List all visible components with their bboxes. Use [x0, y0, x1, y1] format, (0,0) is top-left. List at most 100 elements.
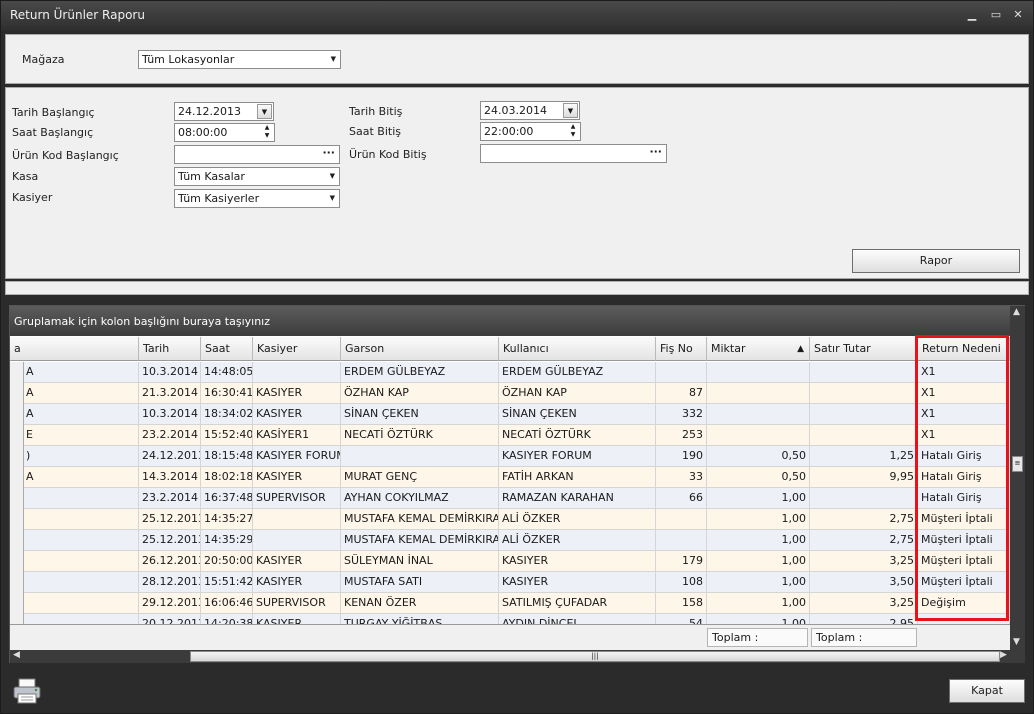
table-row[interactable]: A 14.3.2014 18:02:18 KASIYER MURAT GENÇ FATİH…	[10, 467, 1010, 488]
cell-saat[interactable]: 16:06:46	[201, 593, 253, 614]
cell-fis-no[interactable]: 179	[656, 551, 707, 572]
cell-garson[interactable]: MUSTAFA SATI	[341, 572, 499, 593]
column-header-satir-tutar[interactable]: Satır Tutar	[810, 337, 918, 361]
row-indicator[interactable]	[10, 425, 24, 446]
cell-return-nedeni[interactable]: Müşteri İptali	[918, 509, 1010, 530]
column-header-kasiyer[interactable]: Kasiyer	[253, 337, 341, 361]
row-indicator[interactable]	[10, 383, 24, 404]
cell-saat[interactable]: 15:52:40	[201, 425, 253, 446]
cell-return-nedeni[interactable]: Değişim	[918, 593, 1010, 614]
cell-a[interactable]: A	[10, 404, 139, 425]
cell-kullanici[interactable]: KASIYER FORUM	[499, 446, 656, 467]
cell-kasiyer[interactable]	[253, 509, 341, 530]
table-row[interactable]: E 23.2.2014 15:52:40 KASİYER1 NECATİ ÖZTÜRK N…	[10, 425, 1010, 446]
row-indicator[interactable]	[10, 467, 24, 488]
cell-garson[interactable]: KENAN ÖZER	[341, 593, 499, 614]
cell-a[interactable]	[10, 530, 139, 551]
cell-fis-no[interactable]: 332	[656, 404, 707, 425]
cell-garson[interactable]: SÜLEYMAN İNAL	[341, 551, 499, 572]
table-row[interactable]: 26.12.2013 20:50:00 KASIYER SÜLEYMAN İNAL KA…	[10, 551, 1010, 572]
cell-kullanici[interactable]: SİNAN ÇEKEN	[499, 404, 656, 425]
cell-saat[interactable]: 14:48:05	[201, 362, 253, 383]
scroll-right-icon[interactable]: ▶	[1000, 650, 1007, 660]
cell-fis-no[interactable]: 54	[656, 614, 707, 624]
splitter[interactable]	[5, 281, 1029, 295]
cell-tarih[interactable]: 24.12.2013	[139, 446, 201, 467]
cell-tarih[interactable]: 28.12.2013	[139, 572, 201, 593]
cell-a[interactable]	[10, 488, 139, 509]
cell-satir-tutar[interactable]: 3,50	[810, 572, 918, 593]
cell-saat[interactable]: 14:20:38	[201, 614, 253, 624]
printer-icon[interactable]	[12, 677, 42, 705]
cell-saat[interactable]: 15:51:42	[201, 572, 253, 593]
cell-a[interactable]	[10, 614, 139, 624]
row-indicator[interactable]	[10, 488, 24, 509]
horizontal-scrollbar[interactable]: ◀ ||| ▶	[10, 650, 1025, 663]
cell-miktar[interactable]	[707, 383, 810, 404]
cell-a[interactable]: E	[10, 425, 139, 446]
spin-down-icon[interactable]: ▼	[568, 131, 578, 139]
maximize-icon[interactable]: ▭	[989, 8, 1003, 22]
cell-a[interactable]	[10, 572, 139, 593]
row-indicator[interactable]	[10, 530, 24, 551]
cell-kasiyer[interactable]: KASIYER	[253, 551, 341, 572]
row-indicator[interactable]	[10, 551, 24, 572]
cell-kullanici[interactable]: FATİH ARKAN	[499, 467, 656, 488]
ellipsis-icon[interactable]: ···	[322, 144, 335, 161]
table-row[interactable]: A 10.3.2014 14:48:05 ERDEM GÜLBEYAZ ERDEM GÜ…	[10, 362, 1010, 383]
cell-return-nedeni[interactable]: X1	[918, 383, 1010, 404]
cell-miktar[interactable]: 0,50	[707, 446, 810, 467]
time-end-spinner[interactable]: 22:00:00 ▲ ▼	[480, 122, 581, 141]
cell-satir-tutar[interactable]: 2,75	[810, 530, 918, 551]
cell-kasiyer[interactable]: KASIYER	[253, 467, 341, 488]
cell-kasiyer[interactable]	[253, 362, 341, 383]
cell-tarih[interactable]: 25.12.2013	[139, 509, 201, 530]
cell-return-nedeni[interactable]: Müşteri İptali	[918, 572, 1010, 593]
cell-saat[interactable]: 20:50:00	[201, 551, 253, 572]
cell-kasiyer[interactable]: KASIYER FORUM	[253, 446, 341, 467]
column-header-return-nedeni[interactable]: Return Nedeni	[918, 337, 1010, 361]
cell-miktar[interactable]: 1,00	[707, 530, 810, 551]
cell-satir-tutar[interactable]: 2,95	[810, 614, 918, 624]
cell-return-nedeni[interactable]: X1	[918, 425, 1010, 446]
cell-kasiyer[interactable]: SUPERVISOR	[253, 593, 341, 614]
date-start-picker[interactable]: 24.12.2013 ▼	[174, 102, 274, 121]
table-row[interactable]: 25.12.2013 14:35:29 MUSTAFA KEMAL DEMİRKIR…	[10, 530, 1010, 551]
cell-fis-no[interactable]	[656, 509, 707, 530]
table-row[interactable]: 25.12.2013 14:35:27 MUSTAFA KEMAL DEMİRKIR…	[10, 509, 1010, 530]
cell-garson[interactable]: ÖZHAN KAP	[341, 383, 499, 404]
column-header-miktar[interactable]: Miktar ▲	[707, 337, 810, 361]
calendar-dropdown-icon[interactable]: ▼	[563, 103, 578, 118]
cell-kasiyer[interactable]: KASIYER	[253, 383, 341, 404]
cell-fis-no[interactable]: 87	[656, 383, 707, 404]
cell-garson[interactable]: MUSTAFA KEMAL DEMİRKIRAN	[341, 530, 499, 551]
cell-saat[interactable]: 14:35:27	[201, 509, 253, 530]
cell-return-nedeni[interactable]: Hatalı Giriş	[918, 488, 1010, 509]
cell-garson[interactable]: SİNAN ÇEKEN	[341, 404, 499, 425]
cell-return-nedeni[interactable]: X1	[918, 404, 1010, 425]
time-start-spinner[interactable]: 08:00:00 ▲ ▼	[174, 123, 275, 142]
cell-garson[interactable]: MUSTAFA KEMAL DEMİRKIRAN	[341, 509, 499, 530]
column-header-tarih[interactable]: Tarih	[139, 337, 201, 361]
cell-kullanici[interactable]: SATILMIŞ ÇUFADAR	[499, 593, 656, 614]
row-indicator[interactable]	[10, 404, 24, 425]
column-header-fis-no[interactable]: Fiş No	[656, 337, 707, 361]
cell-tarih[interactable]: 23.2.2014	[139, 425, 201, 446]
cell-miktar[interactable]	[707, 404, 810, 425]
cell-kullanici[interactable]: KASIYER	[499, 551, 656, 572]
cell-tarih[interactable]: 20.12.2013	[139, 614, 201, 624]
cell-miktar[interactable]: 1,00	[707, 572, 810, 593]
close-icon[interactable]: ✕	[1011, 8, 1025, 22]
cell-tarih[interactable]: 10.3.2014	[139, 404, 201, 425]
cell-kasiyer[interactable]: SUPERVISOR	[253, 488, 341, 509]
cell-kullanici[interactable]: NECATİ ÖZTÜRK	[499, 425, 656, 446]
product-start-field[interactable]: ···	[174, 145, 340, 164]
cell-miktar[interactable]: 1,00	[707, 509, 810, 530]
cashier-select[interactable]: Tüm Kasiyerler ▼	[174, 189, 340, 208]
cell-satir-tutar[interactable]: 1,25	[810, 446, 918, 467]
cell-tarih[interactable]: 25.12.2013	[139, 530, 201, 551]
cell-return-nedeni[interactable]: Müşteri İptali	[918, 530, 1010, 551]
cell-kullanici[interactable]: ERDEM GÜLBEYAZ	[499, 362, 656, 383]
cell-a[interactable]: A	[10, 383, 139, 404]
spin-down-icon[interactable]: ▼	[262, 132, 272, 140]
